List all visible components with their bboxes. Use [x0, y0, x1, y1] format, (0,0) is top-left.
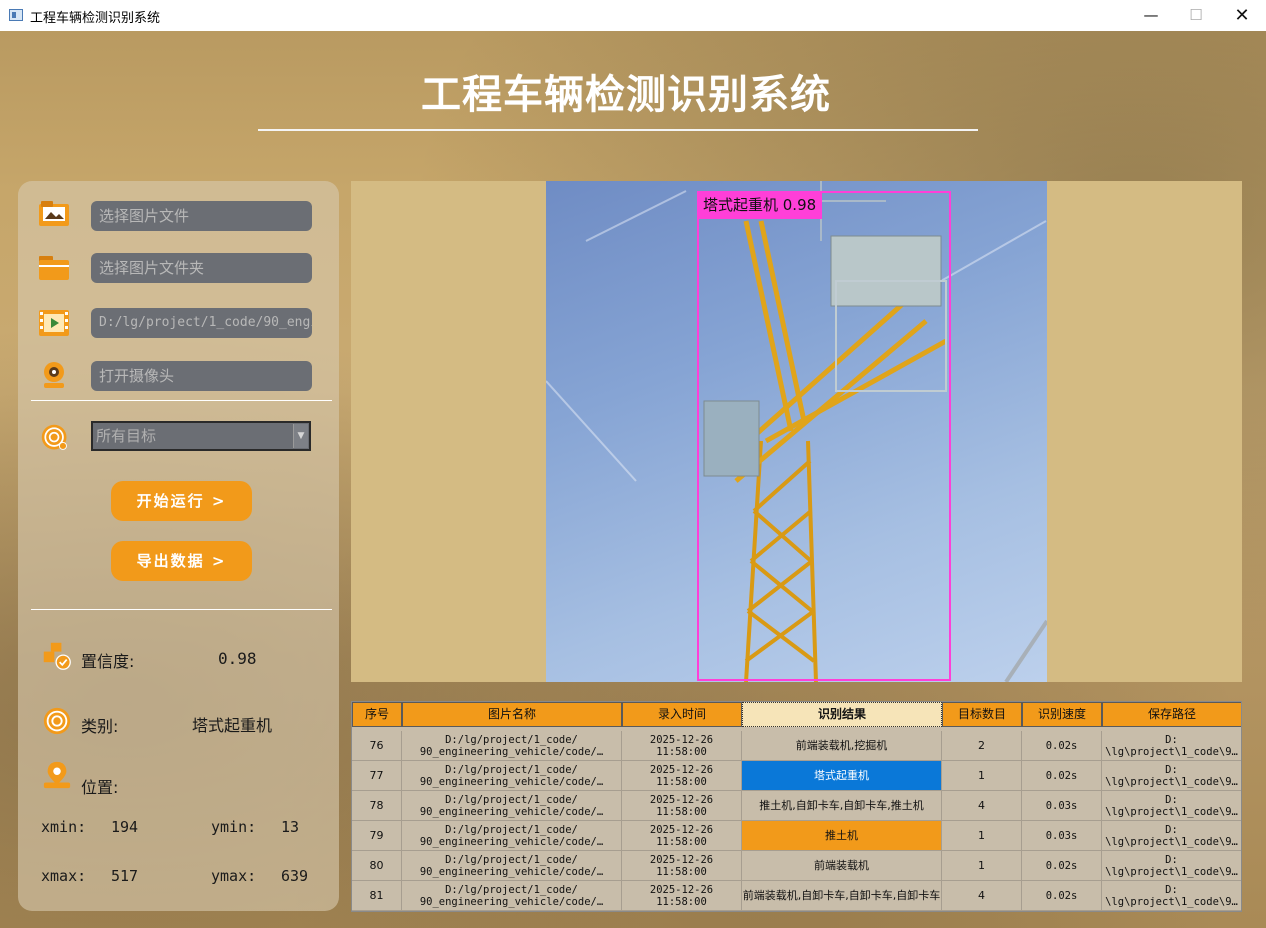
table-cell-name[interactable]: D:/lg/project/1_code/ 90_engineering_veh…: [402, 881, 622, 911]
page-title: 工程车辆检测识别系统: [421, 72, 831, 118]
location-pin-icon: [43, 761, 71, 789]
panel-divider: [31, 400, 332, 401]
table-cell-result[interactable]: 前端装载机,自卸卡车,自卸卡车,自卸卡车: [742, 881, 942, 911]
title-bar: 工程车辆检测识别系统 — ☐ ✕: [0, 0, 1266, 32]
video-icon[interactable]: [38, 308, 72, 338]
title-divider: [258, 129, 978, 131]
table-cell-count[interactable]: 2: [942, 731, 1022, 761]
table-cell-time[interactable]: 2025-12-26 11:58:00: [622, 881, 742, 911]
table-cell-name[interactable]: D:/lg/project/1_code/ 90_engineering_veh…: [402, 791, 622, 821]
table-cell-id[interactable]: 81: [352, 881, 402, 911]
image-folder-icon[interactable]: [37, 198, 71, 228]
target-select[interactable]: 所有目标 ▼: [91, 421, 311, 451]
table-cell-speed[interactable]: 0.02s: [1022, 731, 1102, 761]
table-cell-time[interactable]: 2025-12-26 11:58:00: [622, 851, 742, 881]
class-label: 类别:: [81, 717, 119, 736]
confidence-value: 0.98: [218, 649, 257, 668]
xmin-label: xmin:: [41, 818, 87, 836]
table-cell-path[interactable]: D: \lg\project\1_code\9…: [1102, 791, 1241, 821]
ymin-label: ymin:: [211, 818, 257, 836]
class-value: 塔式起重机: [192, 716, 273, 735]
table-cell-path[interactable]: D: \lg\project\1_code\9…: [1102, 851, 1241, 881]
detection-label: 塔式起重机 0.98: [697, 192, 823, 219]
table-cell-speed[interactable]: 0.03s: [1022, 791, 1102, 821]
table-cell-result[interactable]: 推土机,自卸卡车,自卸卡车,推土机: [742, 791, 942, 821]
col-header-name[interactable]: 图片名称: [402, 702, 622, 727]
video-file-input[interactable]: D:/lg/project/1_code/90_engineering_vehi…: [91, 308, 312, 338]
table-cell-id[interactable]: 80: [352, 851, 402, 881]
export-button[interactable]: 导出数据 >: [111, 541, 252, 581]
table-cell-speed[interactable]: 0.02s: [1022, 881, 1102, 911]
detection-box: [697, 191, 951, 681]
table-cell-count[interactable]: 4: [942, 791, 1022, 821]
ymax-label: ymax:: [211, 867, 257, 885]
ymin-value: 13: [281, 818, 300, 836]
close-button[interactable]: ✕: [1219, 0, 1265, 31]
image-folder-input[interactable]: 选择图片文件夹: [91, 253, 312, 283]
table-cell-result[interactable]: 前端装载机,挖掘机: [742, 731, 942, 761]
maximize-button[interactable]: ☐: [1173, 0, 1219, 31]
target-select-value: 所有目标: [96, 427, 157, 445]
table-cell-speed[interactable]: 0.03s: [1022, 821, 1102, 851]
results-table: 序号 图片名称 录入时间 识别结果 目标数目 识别速度 保存路径 76 D:/lg…: [351, 701, 1242, 912]
class-icon: [43, 707, 71, 735]
table-cell-name[interactable]: D:/lg/project/1_code/ 90_engineering_veh…: [402, 821, 622, 851]
table-cell-time[interactable]: 2025-12-26 11:58:00: [622, 821, 742, 851]
table-cell-id[interactable]: 76: [352, 731, 402, 761]
camera-icon[interactable]: [38, 360, 72, 390]
minimize-button[interactable]: —: [1128, 0, 1174, 31]
table-cell-id[interactable]: 78: [352, 791, 402, 821]
confidence-label: 置信度:: [81, 652, 135, 671]
camera-input[interactable]: 打开摄像头: [91, 361, 312, 391]
xmax-value: 517: [111, 867, 139, 885]
col-header-speed[interactable]: 识别速度: [1022, 702, 1102, 727]
image-file-input[interactable]: 选择图片文件: [91, 201, 312, 231]
table-cell-count[interactable]: 1: [942, 851, 1022, 881]
window-title: 工程车辆检测识别系统: [30, 11, 161, 26]
table-cell-path[interactable]: D: \lg\project\1_code\9…: [1102, 821, 1241, 851]
table-cell-name[interactable]: D:/lg/project/1_code/ 90_engineering_veh…: [402, 851, 622, 881]
col-header-result[interactable]: 识别结果: [742, 702, 942, 727]
table-cell-time[interactable]: 2025-12-26 11:58:00: [622, 791, 742, 821]
folder-icon[interactable]: [37, 252, 71, 282]
table-cell-path[interactable]: D: \lg\project\1_code\9…: [1102, 761, 1241, 791]
confidence-icon: [43, 642, 71, 670]
table-cell-speed[interactable]: 0.02s: [1022, 851, 1102, 881]
table-cell-id[interactable]: 79: [352, 821, 402, 851]
table-cell-name[interactable]: D:/lg/project/1_code/ 90_engineering_veh…: [402, 761, 622, 791]
position-label: 位置:: [81, 778, 119, 797]
app-icon: [9, 9, 23, 21]
table-cell-count[interactable]: 1: [942, 761, 1022, 791]
table-cell-result[interactable]: 塔式起重机: [742, 761, 942, 791]
ymax-value: 639: [281, 867, 309, 885]
table-cell-result[interactable]: 前端装载机: [742, 851, 942, 881]
table-cell-id[interactable]: 77: [352, 761, 402, 791]
col-header-count[interactable]: 目标数目: [942, 702, 1022, 727]
col-header-time[interactable]: 录入时间: [622, 702, 742, 727]
chevron-down-icon[interactable]: ▼: [293, 424, 308, 448]
table-cell-result[interactable]: 推土机: [742, 821, 942, 851]
xmax-label: xmax:: [41, 867, 87, 885]
table-cell-path[interactable]: D: \lg\project\1_code\9…: [1102, 881, 1241, 911]
col-header-path[interactable]: 保存路径: [1102, 702, 1241, 727]
col-header-id[interactable]: 序号: [352, 702, 402, 727]
target-icon: [41, 424, 67, 450]
xmin-value: 194: [111, 818, 139, 836]
table-cell-path[interactable]: D: \lg\project\1_code\9…: [1102, 731, 1241, 761]
table-cell-time[interactable]: 2025-12-26 11:58:00: [622, 731, 742, 761]
table-cell-time[interactable]: 2025-12-26 11:58:00: [622, 761, 742, 791]
table-cell-count[interactable]: 4: [942, 881, 1022, 911]
table-cell-count[interactable]: 1: [942, 821, 1022, 851]
panel-divider-2: [31, 609, 332, 610]
table-cell-name[interactable]: D:/lg/project/1_code/ 90_engineering_veh…: [402, 731, 622, 761]
app-window: 工程车辆检测识别系统 — ☐ ✕ 工程车辆检测识别系统 选择图片文件 选择图片文…: [0, 0, 1266, 928]
table-cell-speed[interactable]: 0.02s: [1022, 761, 1102, 791]
run-button[interactable]: 开始运行 >: [111, 481, 252, 521]
